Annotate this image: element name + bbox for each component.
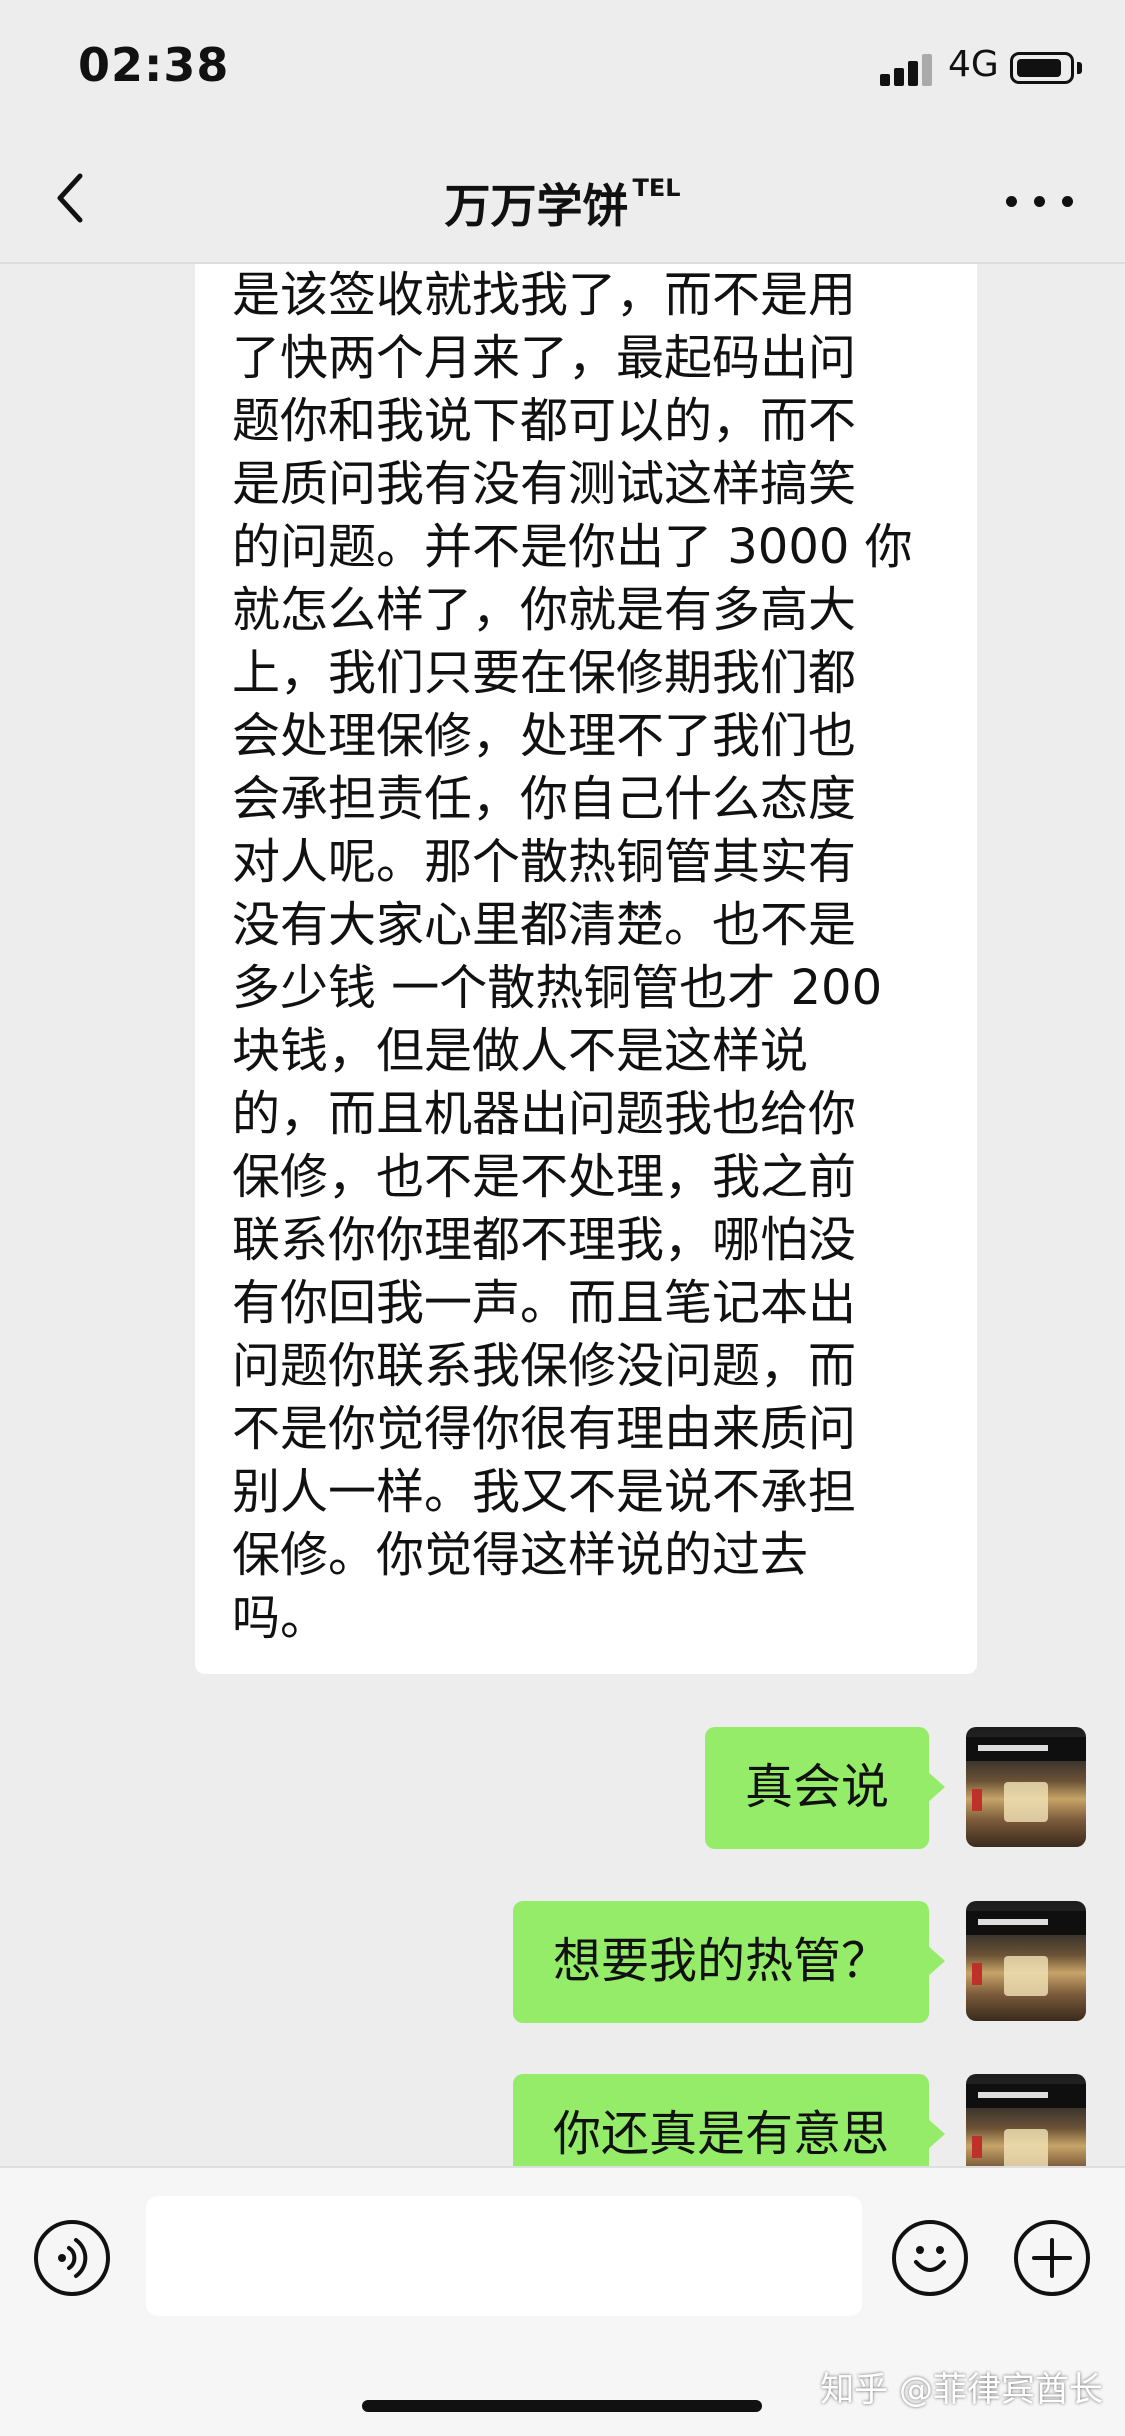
cellular-signal-icon — [880, 52, 936, 86]
incoming-message-line: 的，而且机器出问题我也给你 — [232, 1086, 857, 1142]
avatar[interactable] — [966, 1901, 1086, 2021]
incoming-message-line: 是质问我有没有测试这样搞笑 — [232, 456, 857, 512]
incoming-message-line: 块钱，但是做人不是这样说 — [232, 1023, 809, 1079]
avatar[interactable] — [966, 2074, 1086, 2166]
incoming-message-line: 吗。 — [232, 1590, 329, 1646]
avatar[interactable] — [966, 1727, 1086, 1847]
emoji-icon[interactable] — [892, 2220, 968, 2296]
battery-cap — [1077, 62, 1082, 74]
message-input[interactable] — [146, 2196, 862, 2316]
network-type: 4G — [948, 44, 999, 85]
status-time: 02:38 — [78, 38, 230, 92]
incoming-message-line: 没有大家心里都清楚。也不是 — [232, 897, 857, 953]
more-horizontal-icon[interactable] — [1006, 190, 1076, 210]
chat-message-list[interactable]: 是该签收就找我了，而不是用 了快两个月来了，最起码出问 题你和我说下都可以的，而不是… — [0, 264, 1125, 2166]
incoming-message-line: 题你和我说下都可以的，而不 — [232, 393, 857, 449]
outgoing-message-bubble[interactable]: 你还真是有意思 — [512, 2074, 946, 2166]
outgoing-message-bubble[interactable]: 真会说 — [704, 1727, 946, 1849]
incoming-message-line: 问题你联系我保修没问题，而 — [232, 1338, 857, 1394]
incoming-message-text: 是该签收就找我了，而不是用 了快两个月来了，最起码出问 题你和我说下都可以的，而不是… — [232, 264, 952, 1650]
outgoing-message-bubble[interactable]: 想要我的热管？ — [512, 1901, 946, 2023]
incoming-message-line: 多少钱 一个散热铜管也才 200 — [232, 960, 883, 1016]
incoming-message-line: 保修，也不是不处理，我之前 — [232, 1149, 857, 1205]
incoming-message-line: 有你回我一声。而且笔记本出 — [232, 1275, 857, 1331]
home-indicator[interactable] — [362, 2400, 762, 2412]
incoming-message-line: 不是你觉得你很有理由来质问 — [232, 1401, 857, 1457]
incoming-message-line: 就怎么样了，你就是有多高大 — [232, 582, 857, 638]
voice-input-icon[interactable] — [34, 2220, 110, 2296]
incoming-message-line: 是该签收就找我了，而不是用 — [232, 267, 857, 323]
battery-icon — [1010, 52, 1074, 84]
watermark: 知乎 @菲律宾酋长 — [820, 2370, 1103, 2410]
incoming-message-line: 会承担责任，你自己什么态度 — [232, 771, 857, 827]
status-bar: 02:38 4G — [0, 0, 1125, 140]
incoming-message-line: 的问题。并不是你出了 3000 你 — [232, 519, 913, 575]
contact-badge: TEL — [632, 174, 681, 202]
incoming-message-line: 了快两个月来了，最起码出问 — [232, 330, 857, 386]
incoming-message-line: 上，我们只要在保修期我们都 — [232, 645, 857, 701]
incoming-message-line: 保修。你觉得这样说的过去 — [232, 1527, 809, 1583]
incoming-message-line: 别人一样。我又不是说不承担 — [232, 1464, 857, 1520]
incoming-message-line: 对人呢。那个散热铜管其实有 — [232, 834, 857, 890]
chat-title[interactable]: 万万学饼 TEL — [0, 170, 1125, 236]
incoming-message-line: 联系你你理都不理我，哪怕没 — [232, 1212, 857, 1268]
chat-header: 万万学饼 TEL — [0, 140, 1125, 264]
incoming-message-line: 会处理保修，处理不了我们也 — [232, 708, 857, 764]
contact-name: 万万学饼 — [444, 179, 629, 233]
plus-icon[interactable] — [1014, 2220, 1090, 2296]
